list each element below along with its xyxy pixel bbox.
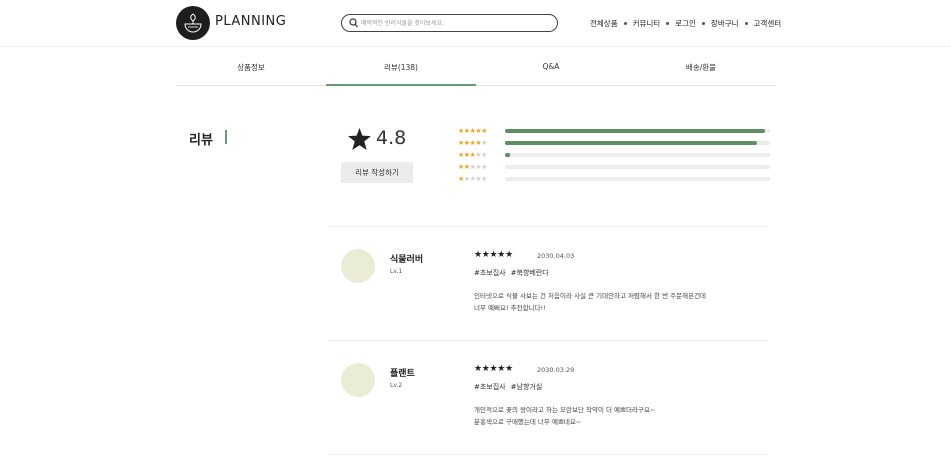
plant-pot-icon [184, 13, 202, 33]
review-tags: #초보집사 #북향베란다 [474, 268, 554, 278]
review-body-line: 개인적으로 꽃의 왕이라고 하는 모란보단 작약이 더 예쁘더라구요~ [474, 406, 656, 414]
rating-bar-fill [505, 141, 757, 145]
tab-product-info[interactable]: 상품정보 [176, 47, 326, 86]
rating-row: ★★★★★ [458, 138, 772, 150]
nav-separator [701, 22, 705, 25]
review-date: 2030.04.03 [537, 252, 575, 260]
tab-reviews[interactable]: 리뷰(138) [326, 47, 476, 86]
rating-row-stars: ★★★★★ [458, 127, 487, 135]
product-tabs: 상품정보 리뷰(138) Q&A 배송/환불 [176, 47, 776, 86]
rating-row: ★★★★★ [458, 126, 772, 138]
top-nav: 전체상품 커뮤니티 로그인 장바구니 고객센터 [590, 18, 781, 29]
rating-bar-fill [505, 153, 511, 157]
rating-row: ★★★★★ [458, 174, 772, 186]
brand-logo[interactable] [176, 6, 210, 40]
rating-bar-track [505, 165, 770, 169]
review-item: 식물러버 Lv.1 ★★★★★ 2030.04.03 #초보집사 #북향베란다 인… [328, 227, 768, 341]
nav-customer-center[interactable]: 고객센터 [754, 18, 782, 29]
rating-bar-track [505, 177, 770, 181]
rating-distribution: ★★★★★ ★★★★★ ★★★★★ ★★★★★ ★★★★★ [458, 126, 772, 186]
tabs-divider [176, 85, 776, 86]
nav-separator [623, 22, 627, 25]
search-input[interactable] [361, 16, 551, 30]
nav-cart[interactable]: 장바구니 [711, 18, 739, 29]
review-tag: #초보집사 [474, 269, 506, 277]
active-tab-indicator [326, 84, 476, 86]
nav-separator [744, 22, 748, 25]
rating-row-stars: ★★★★★ [458, 139, 487, 147]
reviewer-level: Lv.2 [390, 382, 403, 389]
rating-bar-track [505, 153, 770, 157]
review-date: 2030.03.29 [537, 366, 575, 374]
avatar [341, 363, 375, 397]
rating-row: ★★★★★ [458, 150, 772, 162]
nav-separator [666, 22, 670, 25]
rating-bar-track [505, 141, 770, 145]
review-body: 개인적으로 꽃의 왕이라고 하는 모란보단 작약이 더 예쁘더라구요~ 분홍색으… [474, 404, 764, 428]
review-body: 인터넷으로 식물 사보는 건 처음이라 사실 큰 기대안하고 저렴해서 한 번 … [474, 290, 764, 314]
rating-row-stars: ★★★★★ [458, 151, 487, 159]
avatar [341, 249, 375, 283]
review-stars: ★★★★★ [474, 250, 513, 260]
review-tag: #초보집사 [474, 383, 506, 391]
write-review-button[interactable]: 리뷰 작성하기 [341, 162, 413, 183]
brand-name[interactable]: PLANNING [215, 14, 286, 29]
review-body-line: 인터넷으로 식물 사보는 건 처음이라 사실 큰 기대안하고 저렴해서 한 번 … [474, 292, 707, 300]
review-tag: #북향베란다 [510, 269, 549, 277]
site-header: PLANNING 전체상품 커뮤니티 로그인 장바구니 고객센터 [0, 0, 951, 46]
average-rating: 4.8 [376, 127, 407, 149]
nav-login[interactable]: 로그인 [675, 18, 696, 29]
review-tag: #남향거실 [510, 383, 543, 391]
reviewer-name: 식물러버 [390, 255, 424, 265]
search-icon[interactable] [349, 18, 358, 28]
tab-qna[interactable]: Q&A [476, 47, 626, 86]
rating-bar-fill [505, 129, 765, 133]
search-box[interactable] [341, 14, 558, 32]
reviewer-level: Lv.1 [390, 268, 403, 275]
review-body-line: 분홍색으로 구매했는데 너무 예쁘네요~ [474, 418, 582, 426]
rating-row-stars: ★★★★★ [458, 163, 487, 171]
reviewer-name: 플랜트 [390, 369, 415, 379]
section-title-accent [225, 130, 227, 144]
nav-all-products[interactable]: 전체상품 [590, 18, 618, 29]
nav-community[interactable]: 커뮤니티 [633, 18, 661, 29]
rating-bar-track [505, 129, 770, 133]
star-icon [348, 128, 371, 150]
review-stars: ★★★★★ [474, 364, 513, 374]
rating-row: ★★★★★ [458, 162, 772, 174]
review-item: 플랜트 Lv.2 ★★★★★ 2030.03.29 #초보집사 #남향거실 개인적… [328, 341, 768, 455]
tab-shipping-refund[interactable]: 배송/환불 [626, 47, 776, 86]
review-tags: #초보집사 #남향거실 [474, 382, 547, 392]
review-divider [328, 454, 768, 455]
section-title: 리뷰 [189, 133, 213, 148]
review-body-line: 너무 예뻐요! 추천합니다!! [474, 304, 546, 312]
rating-row-stars: ★★★★★ [458, 175, 487, 183]
